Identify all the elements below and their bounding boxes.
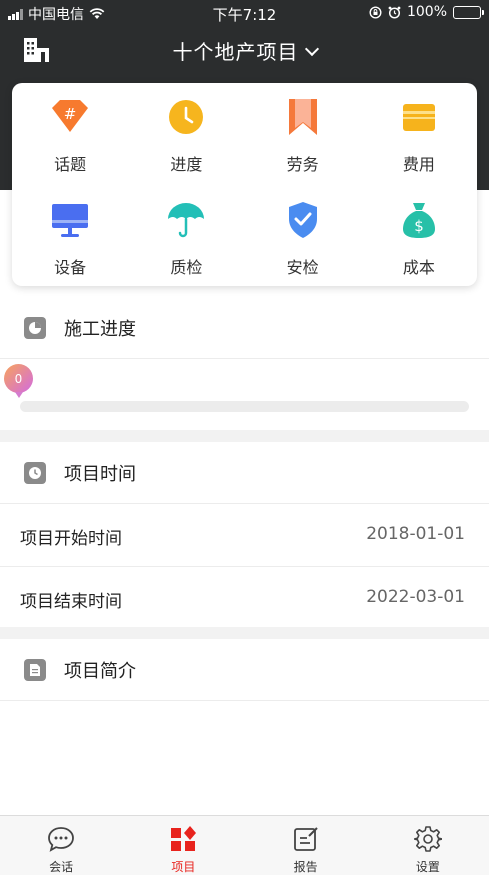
- tab-report[interactable]: 报告: [245, 816, 367, 875]
- menu-item-label: 质检: [170, 258, 203, 277]
- shield-check-icon: [283, 200, 323, 240]
- end-time-row: 项目结束时间 2022-03-01: [0, 567, 489, 629]
- menu-item-label: 设备: [54, 258, 87, 277]
- menu-item-cost[interactable]: $ 成本: [361, 186, 477, 286]
- end-time-value: 2022-03-01: [366, 587, 465, 607]
- project-title: 十个地产项目: [172, 40, 299, 64]
- chevron-down-icon: [304, 41, 319, 57]
- section-title: 项目简介: [64, 661, 136, 682]
- tab-chat[interactable]: 会话: [0, 816, 122, 875]
- bottom-tab-bar: 会话 项目 报告 设置: [0, 815, 489, 875]
- battery-icon: [453, 5, 484, 19]
- alarm-icon: [388, 6, 401, 19]
- gear-icon: [413, 825, 442, 853]
- svg-text:#: #: [64, 105, 77, 123]
- progress-value-badge: 0: [4, 364, 33, 398]
- hashtag-diamond-icon: #: [50, 97, 90, 137]
- svg-text:$: $: [414, 217, 424, 235]
- divider: [0, 700, 489, 701]
- intro-section-header: 项目简介: [0, 640, 489, 700]
- tab-label: 会话: [49, 860, 74, 874]
- menu-item-label: 话题: [54, 155, 87, 174]
- tab-label: 项目: [171, 860, 196, 874]
- time-section-header: 项目时间: [0, 443, 489, 503]
- monitor-icon: [50, 200, 90, 240]
- wallet-icon: [399, 97, 439, 137]
- end-time-label: 项目结束时间: [20, 592, 122, 612]
- document-icon: [24, 659, 46, 681]
- tab-settings[interactable]: 设置: [367, 816, 489, 875]
- section-title: 项目时间: [64, 464, 136, 485]
- section-title: 施工进度: [64, 319, 136, 340]
- tab-label: 设置: [415, 860, 440, 874]
- menu-item-topic[interactable]: # 话题: [12, 83, 128, 186]
- section-gap: [0, 430, 489, 442]
- rotation-lock-icon: [369, 5, 382, 19]
- start-time-row: 项目开始时间 2018-01-01: [0, 504, 489, 566]
- start-time-label: 项目开始时间: [20, 529, 122, 549]
- progress-track: [20, 401, 469, 412]
- menu-item-label: 进度: [170, 155, 203, 174]
- pie-chart-icon: [24, 317, 46, 339]
- menu-item-safety[interactable]: 安检: [245, 186, 361, 286]
- menu-item-progress[interactable]: 进度: [128, 83, 244, 186]
- status-right: 100%: [369, 4, 484, 20]
- menu-item-equipment[interactable]: 设备: [12, 186, 128, 286]
- section-gap: [0, 627, 489, 639]
- menu-item-label: 劳务: [286, 155, 319, 174]
- menu-item-expense[interactable]: 费用: [361, 83, 477, 186]
- report-edit-icon: [292, 825, 320, 853]
- battery-percent: 100%: [406, 4, 447, 20]
- project-title-selector[interactable]: 十个地产项目: [0, 36, 489, 65]
- menu-item-label: 安检: [286, 258, 319, 277]
- money-bag-icon: $: [399, 200, 439, 240]
- menu-item-label: 费用: [402, 155, 435, 174]
- start-time-value: 2018-01-01: [366, 524, 465, 544]
- tab-label: 报告: [293, 860, 318, 874]
- feature-menu-card: # 话题 进度 劳务 费用 设备 质检 安检 $ 成本: [12, 83, 477, 286]
- umbrella-icon: [166, 200, 206, 240]
- tab-project[interactable]: 项目: [122, 816, 244, 875]
- divider: [0, 358, 489, 359]
- clock-icon: [166, 97, 206, 137]
- progress-section-header: 施工进度: [0, 298, 489, 358]
- bookmark-icon: [283, 97, 323, 137]
- menu-item-quality[interactable]: 质检: [128, 186, 244, 286]
- clock-icon: [24, 462, 46, 484]
- chat-bubble-icon: [47, 825, 75, 853]
- menu-item-labor[interactable]: 劳务: [245, 83, 361, 186]
- status-bar: 中国电信 下午7:12 100%: [0, 0, 489, 26]
- menu-item-label: 成本: [402, 258, 435, 277]
- project-grid-icon: [169, 825, 197, 853]
